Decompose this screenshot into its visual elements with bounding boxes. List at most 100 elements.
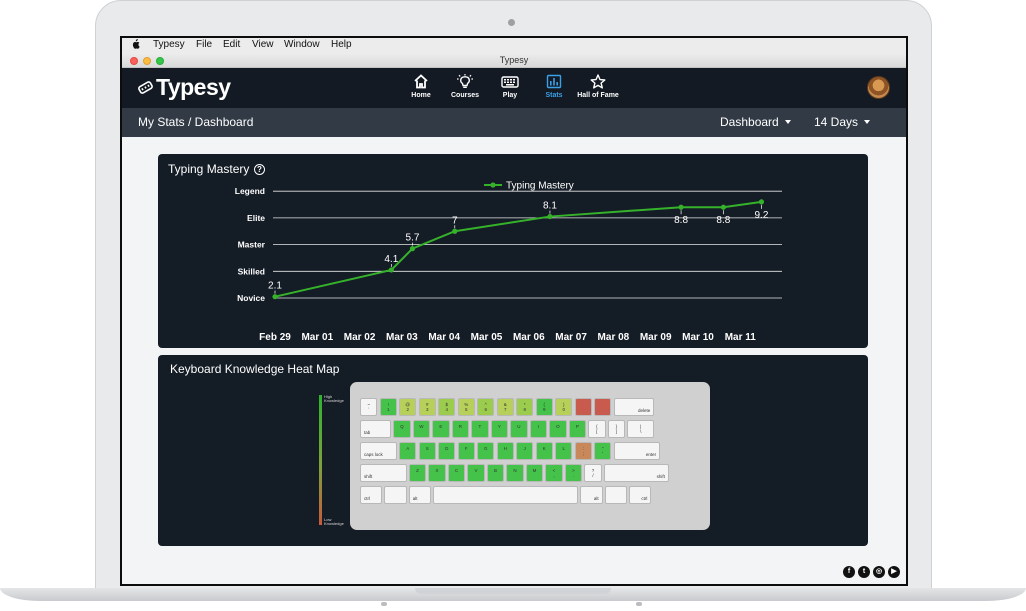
data-label: 8.1: [543, 201, 557, 212]
keyboard-key: S: [418, 441, 436, 461]
nav-play[interactable]: Play: [487, 72, 533, 106]
x-tick-label: Mar 01: [301, 332, 333, 343]
keyboard-key: ctrl: [629, 485, 652, 504]
nav-hall-of-fame[interactable]: Hall of Fame: [575, 72, 621, 106]
keyboard-key: # 3: [418, 398, 436, 417]
keyboard-key: H: [496, 441, 514, 461]
keyboard-key: alt: [408, 485, 432, 504]
x-tick-label: Mar 08: [598, 332, 630, 343]
keyboard-key: & 7: [496, 398, 514, 417]
y-tick-label: Master: [238, 240, 266, 250]
scale-high-label: High Knowledge: [324, 394, 344, 403]
data-point: [272, 294, 278, 300]
keyboard-key: O: [549, 419, 567, 439]
nav-stats-label: Stats: [545, 92, 563, 99]
youtube-icon[interactable]: ▶: [888, 566, 900, 578]
keyboard-key: Z: [408, 463, 427, 482]
view-dropdown[interactable]: Dashboard: [720, 115, 791, 129]
keyboard-heat-map: ~ `! 1 @ 2 # 3 $ 4% 5 ^ 6 & 7 * 8( 9) 0 delete t…: [350, 382, 710, 530]
legend-label: Typing Mastery: [506, 181, 574, 192]
keyboard-key: ) 0: [555, 398, 573, 417]
breadcrumb: My Stats / Dashboard: [138, 115, 254, 129]
nav-stats[interactable]: Stats: [531, 72, 577, 106]
user-avatar[interactable]: [867, 76, 890, 99]
keyboard-key: | \: [627, 419, 655, 439]
keyboard-key: ? /: [584, 463, 602, 482]
keyboard-key: P: [568, 419, 587, 439]
keyboard-key: [433, 485, 579, 504]
menu-help[interactable]: Help: [331, 39, 352, 50]
menu-view[interactable]: View: [252, 39, 274, 50]
nav-play-label: Play: [502, 92, 518, 99]
x-tick-label: Mar 06: [513, 332, 545, 343]
heat-map-title: Keyboard Knowledge Heat Map: [170, 362, 340, 376]
data-label: 7: [452, 215, 458, 226]
instagram-icon[interactable]: ◎: [873, 566, 885, 578]
nav-home-label: Home: [411, 92, 431, 99]
nav-home[interactable]: Home: [398, 72, 444, 106]
x-tick-label: Mar 07: [555, 332, 587, 343]
keyboard-key: N: [506, 463, 524, 482]
menu-typesy[interactable]: Typesy: [153, 39, 185, 50]
twitter-icon[interactable]: t: [858, 566, 870, 578]
keyboard-key: F: [457, 441, 475, 461]
facebook-icon[interactable]: f: [843, 566, 855, 578]
knowledge-scale-bar: [319, 395, 322, 525]
keyboard-key: A: [399, 441, 417, 461]
keyboard-key: [594, 398, 612, 417]
x-tick-label: Mar 11: [725, 332, 757, 343]
keyboard-key: C: [447, 463, 466, 482]
data-label: 9.2: [754, 210, 768, 221]
keyboard-key: } ]: [607, 419, 626, 439]
laptop-foot: [636, 602, 642, 606]
chevron-down-icon: [864, 120, 871, 124]
scale-low-label: Low Knowledge: [324, 517, 344, 526]
keyboard-key: K: [535, 441, 553, 461]
keyboard-key: V: [467, 463, 485, 482]
menu-window[interactable]: Window: [284, 39, 320, 50]
x-tick-label: Mar 03: [386, 332, 418, 343]
star-icon: [590, 74, 606, 89]
range-dropdown[interactable]: 14 Days: [814, 115, 871, 129]
data-label: 8.8: [716, 215, 730, 226]
keyboard-key: shift: [360, 463, 407, 482]
keyboard-key: B: [486, 463, 505, 482]
keyboard-key: I: [529, 419, 548, 439]
nav-courses-label: Courses: [450, 92, 479, 99]
nav-hall-of-fame-label: Hall of Fame: [577, 92, 619, 99]
x-tick-label: Feb 29: [259, 332, 291, 343]
y-tick-label: Skilled: [238, 266, 265, 276]
data-label: 8.8: [674, 215, 688, 226]
keyboard-key: tab: [360, 419, 392, 439]
menu-file[interactable]: File: [196, 39, 212, 50]
x-tick-label: Mar 05: [471, 332, 503, 343]
data-point: [388, 267, 394, 273]
range-dropdown-label: 14 Days: [814, 115, 859, 129]
keyboard-key: { [: [588, 419, 606, 439]
keyboard-key: ctrl: [360, 485, 383, 504]
view-dropdown-label: Dashboard: [720, 115, 779, 129]
keyboard-key: [384, 485, 407, 504]
menu-edit[interactable]: Edit: [223, 39, 240, 50]
keyboard-key: G: [477, 441, 495, 461]
keyboard-key: J: [516, 441, 534, 461]
nav-courses[interactable]: Courses: [442, 72, 488, 106]
keyboard-key: Y: [490, 419, 509, 439]
data-point: [452, 228, 458, 234]
x-tick-label: Mar 09: [640, 332, 672, 343]
keyboard-key: X: [428, 463, 446, 482]
legend-swatch-dot: [490, 182, 496, 188]
laptop-foot: [381, 602, 387, 606]
keyboard-icon: [501, 76, 519, 88]
keyboard-key: M: [525, 463, 544, 482]
camera: [508, 19, 515, 26]
lightbulb-icon: [457, 74, 473, 89]
keyboard-key: W: [412, 419, 431, 439]
keyboard-key: [574, 398, 592, 417]
typesy-logo[interactable]: Typesy: [156, 74, 231, 101]
x-tick-label: Mar 04: [428, 332, 460, 343]
mastery-chart: Novice Skilled Master Elite Legend Feb 29 Mar …: [235, 181, 782, 343]
typesy-logo-icon[interactable]: [137, 79, 154, 96]
apple-icon[interactable]: [131, 39, 140, 49]
keyboard-key: > .: [564, 463, 583, 482]
